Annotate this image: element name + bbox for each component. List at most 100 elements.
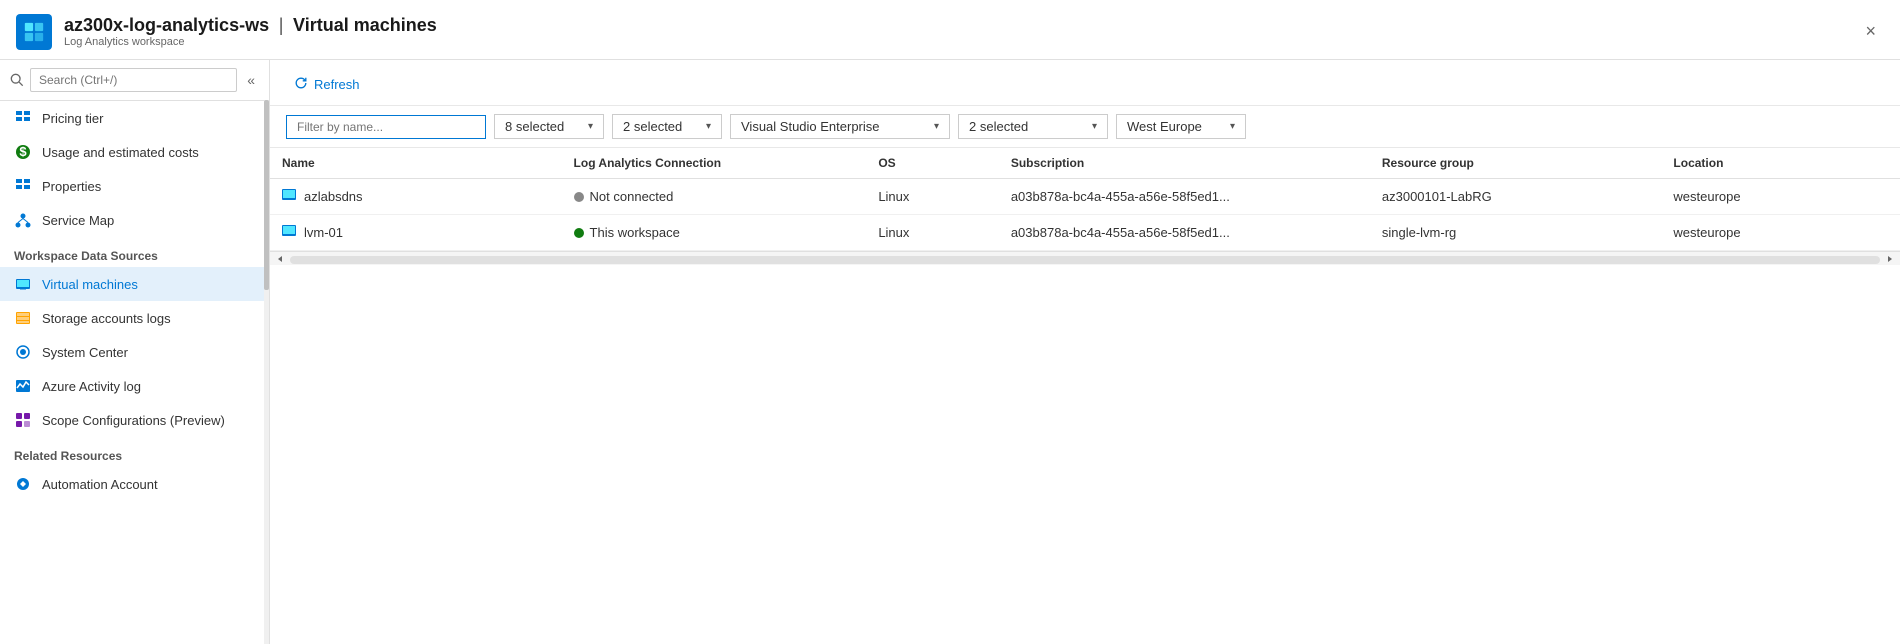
table-row[interactable]: lvm-01 This workspace Linux a03b878a-bc4… bbox=[270, 215, 1900, 251]
refresh-label: Refresh bbox=[314, 77, 360, 92]
search-icon bbox=[10, 73, 24, 87]
sidebar-scrollbar-thumb bbox=[264, 100, 269, 290]
sidebar-item-system-center[interactable]: System Center bbox=[0, 335, 269, 369]
sidebar-scroll-area: Pricing tier $ Usage and estimated costs bbox=[0, 101, 269, 644]
dropdown-workspace-label: 2 selected bbox=[969, 119, 1028, 134]
search-input[interactable] bbox=[30, 68, 237, 92]
vm-table-body: azlabsdns Not connected Linux a03b878a-b… bbox=[270, 179, 1900, 251]
sidebar-item-label-automation-account: Automation Account bbox=[42, 477, 158, 492]
chevron-down-icon: ▾ bbox=[706, 121, 711, 132]
cell-name: lvm-01 bbox=[270, 215, 562, 251]
col-header-connection: Log Analytics Connection bbox=[562, 148, 867, 179]
app-logo bbox=[16, 14, 52, 50]
scope-config-icon bbox=[14, 411, 32, 429]
refresh-icon bbox=[294, 76, 308, 93]
circle-icon: $ bbox=[14, 143, 32, 161]
refresh-button[interactable]: Refresh bbox=[286, 72, 368, 97]
col-header-name: Name bbox=[270, 148, 562, 179]
sidebar-item-automation-account[interactable]: Automation Account bbox=[0, 467, 269, 501]
cell-connection: Not connected bbox=[562, 179, 867, 215]
chevron-down-icon: ▾ bbox=[934, 121, 939, 132]
sidebar-item-pricing-tier[interactable]: Pricing tier bbox=[0, 101, 269, 135]
sidebar-scrollbar bbox=[264, 100, 269, 644]
app-header: az300x-log-analytics-ws | Virtual machin… bbox=[0, 0, 1900, 60]
vm-table-area: Name Log Analytics Connection OS Subscri… bbox=[270, 148, 1900, 644]
vm-menu-icon bbox=[14, 275, 32, 293]
main-layout: « Pricing tier bbox=[0, 60, 1900, 644]
connection-status-dot bbox=[574, 192, 584, 202]
chevron-down-icon: ▾ bbox=[588, 121, 593, 132]
sidebar-item-storage-accounts-logs[interactable]: Storage accounts logs bbox=[0, 301, 269, 335]
sidebar-item-label-scope-configurations: Scope Configurations (Preview) bbox=[42, 413, 225, 428]
col-header-os: OS bbox=[866, 148, 999, 179]
cell-connection: This workspace bbox=[562, 215, 867, 251]
sidebar-item-usage-costs[interactable]: $ Usage and estimated costs bbox=[0, 135, 269, 169]
filter-dropdown-subscriptions[interactable]: 8 selected ▾ bbox=[494, 114, 604, 139]
sidebar-item-azure-activity-log[interactable]: Azure Activity log bbox=[0, 369, 269, 403]
header-left: az300x-log-analytics-ws | Virtual machin… bbox=[16, 14, 437, 50]
cell-os: Linux bbox=[866, 215, 999, 251]
scroll-right-arrow[interactable] bbox=[1880, 252, 1900, 265]
filter-dropdown-resource-groups[interactable]: 2 selected ▾ bbox=[612, 114, 722, 139]
filter-row: 8 selected ▾ 2 selected ▾ Visual Studio … bbox=[270, 106, 1900, 148]
sidebar-item-label-pricing-tier: Pricing tier bbox=[42, 111, 103, 126]
sidebar-item-scope-configurations[interactable]: Scope Configurations (Preview) bbox=[0, 403, 269, 437]
cell-subscription: a03b878a-bc4a-455a-a56e-58f5ed1... bbox=[999, 215, 1370, 251]
sidebar-item-service-map[interactable]: Service Map bbox=[0, 203, 269, 237]
sidebar-item-label-properties: Properties bbox=[42, 179, 101, 194]
section-title-workspace: Workspace Data Sources bbox=[0, 237, 269, 267]
sidebar-item-properties[interactable]: Properties bbox=[0, 169, 269, 203]
svg-text:$: $ bbox=[19, 144, 27, 159]
sidebar-item-label-virtual-machines: Virtual machines bbox=[42, 277, 138, 292]
cell-location: westeurope bbox=[1661, 215, 1900, 251]
filter-dropdown-visual-studio[interactable]: Visual Studio Enterprise ▾ bbox=[730, 114, 950, 139]
section-title-related: Related Resources bbox=[0, 437, 269, 467]
scrollbar-track bbox=[290, 256, 1880, 264]
properties-icon bbox=[14, 177, 32, 195]
cell-location: westeurope bbox=[1661, 179, 1900, 215]
sidebar: « Pricing tier bbox=[0, 60, 270, 644]
header-subtitle: Log Analytics workspace bbox=[64, 36, 437, 48]
filter-dropdown-location[interactable]: West Europe ▾ bbox=[1116, 114, 1246, 139]
automation-icon bbox=[14, 475, 32, 493]
horizontal-scrollbar[interactable] bbox=[270, 251, 1900, 265]
table-row[interactable]: azlabsdns Not connected Linux a03b878a-b… bbox=[270, 179, 1900, 215]
scroll-left-arrow[interactable] bbox=[270, 252, 290, 265]
sidebar-item-virtual-machines[interactable]: Virtual machines bbox=[0, 267, 269, 301]
sidebar-item-label-usage-costs: Usage and estimated costs bbox=[42, 145, 199, 160]
sidebar-item-label-storage-accounts-logs: Storage accounts logs bbox=[42, 311, 171, 326]
vm-table: Name Log Analytics Connection OS Subscri… bbox=[270, 148, 1900, 251]
header-title-block: az300x-log-analytics-ws | Virtual machin… bbox=[64, 15, 437, 48]
connection-status-dot bbox=[574, 228, 584, 238]
collapse-sidebar-button[interactable]: « bbox=[243, 70, 259, 90]
cell-resource-group: az3000101-LabRG bbox=[1370, 179, 1662, 215]
col-header-resource-group: Resource group bbox=[1370, 148, 1662, 179]
sidebar-item-label-system-center: System Center bbox=[42, 345, 128, 360]
activity-log-icon bbox=[14, 377, 32, 395]
filter-by-name-input[interactable] bbox=[286, 115, 486, 139]
chevron-down-icon: ▾ bbox=[1230, 121, 1235, 132]
grid-icon bbox=[14, 109, 32, 127]
col-header-subscription: Subscription bbox=[999, 148, 1370, 179]
nodes-icon bbox=[14, 211, 32, 229]
close-button[interactable]: × bbox=[1857, 17, 1884, 46]
sidebar-item-label-service-map: Service Map bbox=[42, 213, 114, 228]
storage-icon bbox=[14, 309, 32, 327]
content-area: Refresh 8 selected ▾ 2 selected ▾ Visual… bbox=[270, 60, 1900, 644]
dropdown-location-label: West Europe bbox=[1127, 119, 1202, 134]
col-header-location: Location bbox=[1661, 148, 1900, 179]
vm-row-icon bbox=[282, 223, 298, 242]
chevron-down-icon: ▾ bbox=[1092, 121, 1097, 132]
system-center-icon bbox=[14, 343, 32, 361]
vm-row-icon bbox=[282, 187, 298, 206]
cell-resource-group: single-lvm-rg bbox=[1370, 215, 1662, 251]
toolbar: Refresh bbox=[270, 60, 1900, 106]
cell-name: azlabsdns bbox=[270, 179, 562, 215]
dropdown-subscriptions-label: 8 selected bbox=[505, 119, 564, 134]
sidebar-item-label-azure-activity-log: Azure Activity log bbox=[42, 379, 141, 394]
sidebar-search-bar: « bbox=[0, 60, 269, 101]
cell-subscription: a03b878a-bc4a-455a-a56e-58f5ed1... bbox=[999, 179, 1370, 215]
header-title: az300x-log-analytics-ws | Virtual machin… bbox=[64, 15, 437, 36]
cell-os: Linux bbox=[866, 179, 999, 215]
filter-dropdown-workspace[interactable]: 2 selected ▾ bbox=[958, 114, 1108, 139]
